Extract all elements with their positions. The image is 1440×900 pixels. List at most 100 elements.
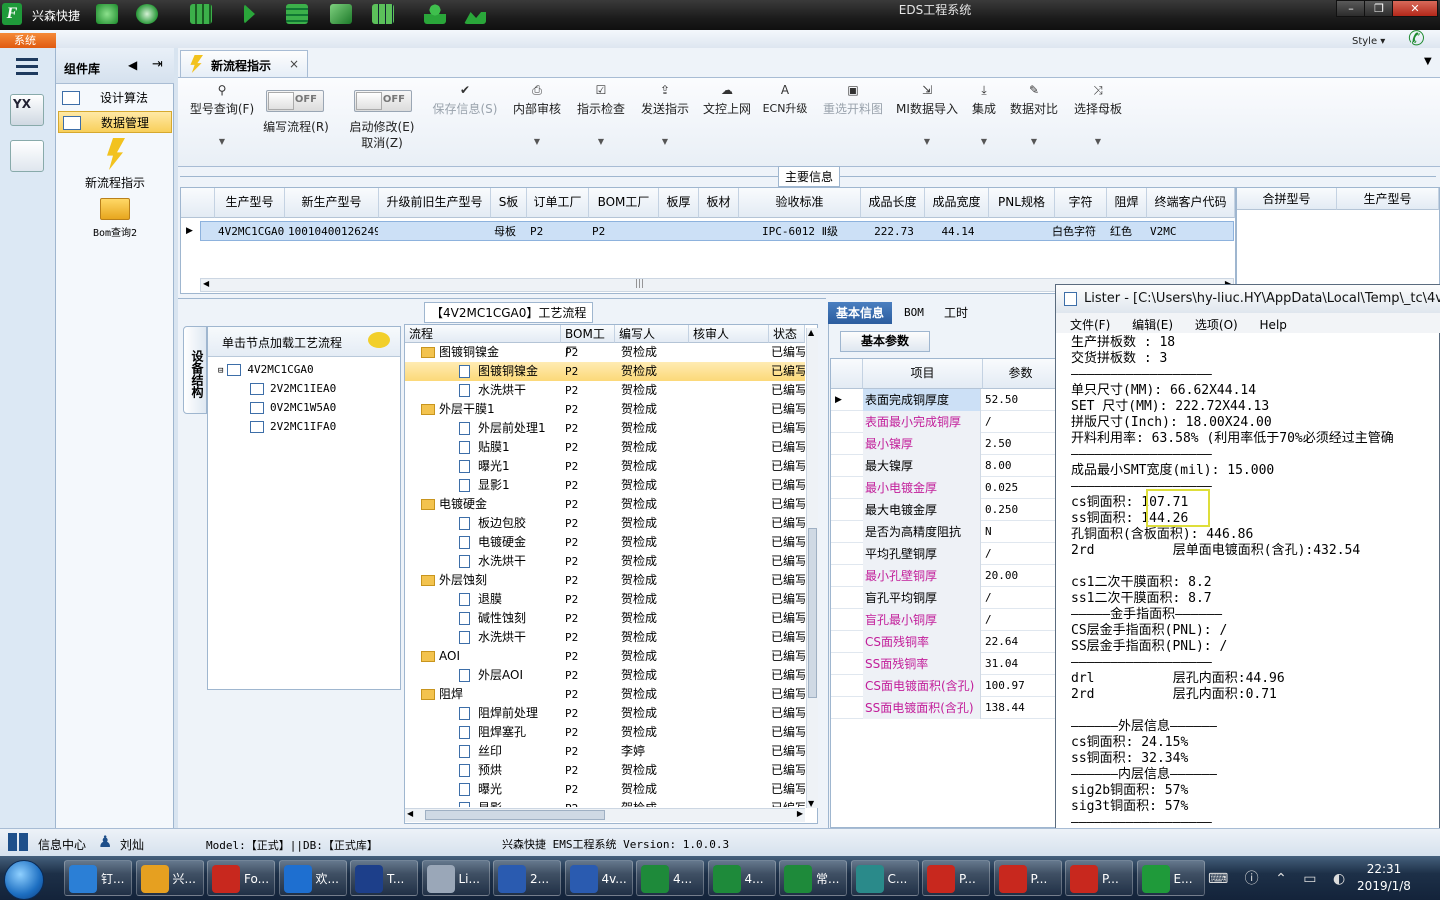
instruction-check-button[interactable]: ☑ 指示检查 ▼ bbox=[574, 84, 628, 147]
copy-icon[interactable] bbox=[330, 4, 352, 24]
param-value[interactable]: 22.64 bbox=[983, 631, 1018, 653]
taskbar-item[interactable]: Fo... bbox=[207, 860, 275, 896]
flow-row[interactable]: 外层前处理1 P2 贺检成 已编写 bbox=[405, 419, 805, 438]
param-row[interactable]: SS面残铜率 31.04 bbox=[831, 653, 1059, 675]
horizontal-scrollbar[interactable]: ◀ ▶ bbox=[405, 808, 805, 822]
scroll-thumb[interactable] bbox=[808, 528, 817, 698]
search-icon[interactable] bbox=[96, 4, 118, 24]
cell-order-factory[interactable]: P2 bbox=[526, 222, 586, 242]
param-row[interactable]: 最小镍厚 2.50 bbox=[831, 433, 1059, 455]
flow-row[interactable]: 外层蚀刻 P2 贺检成 已编写 bbox=[405, 571, 805, 590]
vertical-scrollbar[interactable]: ▲ ▼ bbox=[806, 328, 818, 808]
column-header[interactable]: 编写人 bbox=[615, 325, 689, 343]
reselect-panel-button[interactable]: ▣ 重选开料图 bbox=[820, 84, 886, 117]
flow-row[interactable]: 阻焊前处理 P2 贺检成 已编写 bbox=[405, 704, 805, 723]
minimize-button[interactable]: – bbox=[1336, 0, 1366, 17]
param-value[interactable]: 2.50 bbox=[983, 433, 1012, 455]
taskbar-item[interactable]: E... bbox=[1136, 860, 1205, 896]
flow-row[interactable]: 贴膜1 P2 贺检成 已编写 bbox=[405, 438, 805, 457]
send-instruction-button[interactable]: ⇪ 发送指示 ▼ bbox=[638, 84, 692, 147]
scroll-thumb[interactable] bbox=[425, 810, 605, 820]
scroll-grip-icon[interactable]: ||| bbox=[635, 279, 644, 289]
taskbar-item[interactable]: 钉... bbox=[64, 860, 132, 896]
close-button[interactable]: ✕ bbox=[1392, 0, 1438, 17]
column-header[interactable]: 流程 bbox=[405, 325, 561, 343]
flow-row[interactable]: 电镀硬金 P2 贺检成 已编写 bbox=[405, 495, 805, 514]
scroll-left-icon[interactable]: ◀ bbox=[407, 809, 413, 818]
column-header[interactable]: 核审人 bbox=[689, 325, 769, 343]
table-icon[interactable] bbox=[372, 4, 394, 24]
cell-thickness[interactable] bbox=[658, 222, 698, 242]
cell-production-model[interactable]: 4V2MC1CGA0 bbox=[214, 222, 286, 242]
param-value[interactable]: / bbox=[983, 609, 992, 631]
flow-row[interactable]: 水洗烘干 P2 贺检成 已编写 bbox=[405, 381, 805, 400]
param-value[interactable]: / bbox=[983, 543, 992, 565]
param-value[interactable]: / bbox=[983, 587, 992, 609]
column-header[interactable]: BOM工厂 bbox=[561, 325, 615, 359]
param-row[interactable]: 最小孔壁铜厚 20.00 bbox=[831, 565, 1059, 587]
flow-row[interactable]: 图镀铜镍金 P2 贺检成 已编写 bbox=[405, 362, 805, 381]
flow-row[interactable]: 显影 P2 贺检成 已编写 bbox=[405, 799, 805, 807]
menu-item-options[interactable]: 选项(O) bbox=[1195, 318, 1238, 332]
cell-new-production-model[interactable]: 10010400126249 bbox=[284, 222, 378, 242]
taskbar-item[interactable]: 欢... bbox=[278, 860, 347, 896]
param-value[interactable]: 100.97 bbox=[983, 675, 1025, 697]
globe-icon[interactable] bbox=[136, 4, 158, 24]
param-row[interactable]: CS面残铜率 22.64 bbox=[831, 631, 1059, 653]
flow-row[interactable]: 图镀铜镍金 P2 贺检成 已编写 bbox=[405, 343, 805, 362]
tree-node[interactable]: 2V2MC1IFA0 bbox=[250, 418, 336, 436]
param-row[interactable]: 平均孔壁铜厚 / bbox=[831, 543, 1059, 565]
column-header[interactable]: 生产型号 bbox=[1337, 188, 1439, 210]
cancel-button[interactable]: 取消(Z) bbox=[342, 134, 422, 151]
save-info-button[interactable]: ✔ 保存信息(S) bbox=[428, 84, 502, 117]
taskbar-item[interactable]: 2... bbox=[493, 860, 561, 896]
cell-legend[interactable]: 白色字符 bbox=[1048, 222, 1108, 242]
tree-node-root[interactable]: ⊟ 4V2MC1CGA0 bbox=[218, 361, 314, 379]
taskbar-item[interactable]: 常... bbox=[779, 860, 847, 896]
integrate-button[interactable]: ⤓ 集成 ▼ bbox=[966, 84, 1002, 147]
collapse-left-icon[interactable]: ◀ bbox=[128, 58, 137, 72]
param-value[interactable]: 0.025 bbox=[983, 477, 1018, 499]
flow-row[interactable]: 外层AOI P2 贺检成 已编写 bbox=[405, 666, 805, 685]
nav-item-design-algorithm[interactable]: 设计算法 bbox=[58, 87, 172, 109]
scissors-icon[interactable] bbox=[244, 4, 266, 24]
flow-row[interactable]: 曝光1 P2 贺检成 已编写 bbox=[405, 457, 805, 476]
cell-acceptance-standard[interactable]: IPC-6012 Ⅱ级 bbox=[738, 222, 858, 242]
mi-import-button[interactable]: ⇲ MI数据导入 ▼ bbox=[892, 84, 962, 147]
param-row[interactable]: SS面电镀面积(含孔) 138.44 bbox=[831, 697, 1059, 719]
flow-row[interactable]: 电镀硬金 P2 贺检成 已编写 bbox=[405, 533, 805, 552]
menu-item-help[interactable]: Help bbox=[1260, 318, 1287, 332]
clock[interactable]: 22:31 2019/1/8 bbox=[1352, 861, 1416, 895]
tab-work-hours[interactable]: 工时 bbox=[936, 302, 976, 324]
restore-button[interactable]: ❐ bbox=[1364, 0, 1394, 17]
tab-basic-info[interactable]: 基本信息 bbox=[828, 302, 893, 324]
tab-bom[interactable]: BOM bbox=[896, 302, 932, 324]
collapse-icon[interactable]: ⊟ bbox=[218, 366, 223, 376]
pin-icon[interactable]: ⇥ bbox=[152, 57, 163, 72]
model-query-button[interactable]: ⚲ 型号查询(F) ▼ bbox=[184, 84, 260, 147]
param-value[interactable]: / bbox=[983, 411, 992, 433]
flow-row[interactable]: 曝光 P2 贺检成 已编写 bbox=[405, 780, 805, 799]
doc-tab-new-flow[interactable]: 新流程指示 × bbox=[180, 50, 308, 77]
param-row[interactable]: ▶ 表面完成铜厚度 52.50 bbox=[831, 389, 1059, 411]
flow-row[interactable]: 阻焊 P2 贺检成 已编写 bbox=[405, 685, 805, 704]
grid-icon[interactable] bbox=[190, 4, 212, 24]
flow-row[interactable]: 预烘 P2 贺检成 已编写 bbox=[405, 761, 805, 780]
flow-row[interactable]: AOI P2 贺检成 已编写 bbox=[405, 647, 805, 666]
taskbar-item[interactable]: C... bbox=[850, 860, 919, 896]
nav-item-data-management[interactable]: 数据管理 bbox=[58, 111, 172, 133]
cell-old-production-model[interactable] bbox=[378, 222, 490, 242]
big-item-new-flow[interactable]: 新流程指示 bbox=[56, 136, 174, 191]
flow-row[interactable]: 退膜 P2 贺检成 已编写 bbox=[405, 590, 805, 609]
flow-row[interactable]: 碱性蚀刻 P2 贺检成 已编写 bbox=[405, 609, 805, 628]
enable-modify-toggle[interactable]: OFF bbox=[354, 90, 412, 112]
column-header[interactable]: 合拼型号 bbox=[1237, 188, 1337, 210]
param-value[interactable]: 31.04 bbox=[983, 653, 1018, 675]
taskbar-item[interactable]: 兴... bbox=[135, 860, 204, 896]
scroll-up-icon[interactable]: ▲ bbox=[808, 328, 814, 337]
taskbar-item[interactable]: 4... bbox=[707, 860, 776, 896]
data-compare-button[interactable]: ✎ 数据对比 ▼ bbox=[1008, 84, 1060, 147]
cell-length[interactable]: 222.73 bbox=[860, 222, 924, 242]
select-mother-board-button[interactable]: ⤨ 选择母板 ▼ bbox=[1070, 84, 1126, 147]
tree-node[interactable]: 2V2MC1IEA0 bbox=[250, 380, 336, 398]
